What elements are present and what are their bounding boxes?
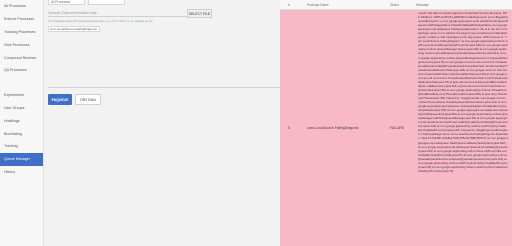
sidebar-item-label: User Groups xyxy=(4,105,25,110)
sidebar-item-blocklisting[interactable]: Blocklisting xyxy=(0,127,43,140)
sidebar-item-label: History xyxy=(4,169,16,174)
sidebar-item-compound-reviews[interactable]: Compound Reviews xyxy=(0,51,43,64)
sidebar-item-label: QA Processes xyxy=(4,68,27,73)
enqueue-form: All Processes Optional: Enforce/Informat… xyxy=(44,0,280,246)
dry-run-button[interactable]: DRY RUN xyxy=(75,94,101,105)
sidebar-item-history[interactable]: History xyxy=(0,166,43,179)
sidebar-item-label: Blocklisting xyxy=(4,131,22,136)
select-file-button[interactable]: SELECT FILE xyxy=(187,9,212,18)
header-num[interactable]: # xyxy=(280,3,307,7)
results-table: # Package Name Status Message 0 com.Luna… xyxy=(280,0,512,246)
sidebar: All Processes Enforce Processes Tracking… xyxy=(0,0,44,246)
header-message[interactable]: Message xyxy=(416,3,512,7)
sidebar-divider xyxy=(0,77,43,89)
row-package: com.LunarSource.FallingDragons! xyxy=(307,126,359,130)
optional-info-input[interactable]: Optional: Enforce/Information data xyxy=(48,10,198,17)
sidebar-item-tracking[interactable]: Tracking xyxy=(0,140,43,153)
input-hint: List of packages and/or with optional in… xyxy=(48,20,153,23)
row-status: FAILURE xyxy=(390,126,405,130)
process-select[interactable]: All Processes xyxy=(48,0,85,5)
sidebar-item-view-processes[interactable]: View Processes xyxy=(0,38,43,51)
sidebar-item-experiments[interactable]: Experiments xyxy=(0,89,43,102)
header-status[interactable]: Status xyxy=(390,3,416,7)
sidebar-item-user-groups[interactable]: User Groups xyxy=(0,102,43,115)
sidebar-item-label: Experiments xyxy=(4,93,24,98)
secondary-select[interactable] xyxy=(88,0,125,5)
row-num: 0 xyxy=(288,126,290,130)
package-textarea[interactable] xyxy=(48,34,280,88)
sidebar-item-enforce-processes[interactable]: Enforce Processes xyxy=(0,13,43,26)
row-message: <epoll: http://ErrorLogsApi.appspot.com/… xyxy=(418,11,508,173)
sidebar-item-all-processes[interactable]: All Processes xyxy=(0,0,43,13)
sidebar-item-queue-manager[interactable]: Queue Manager xyxy=(0,152,43,166)
sidebar-item-tracking-processes[interactable]: Tracking Processes xyxy=(0,26,43,39)
header-package[interactable]: Package Name xyxy=(307,3,390,7)
sidebar-item-label: Tracking xyxy=(4,144,18,149)
enqueue-button[interactable]: ENQUEUE xyxy=(48,94,72,105)
sidebar-item-label: All Processes xyxy=(4,4,26,9)
table-header: # Package Name Status Message xyxy=(280,0,512,10)
sidebar-item-label: View Processes xyxy=(4,42,30,47)
sidebar-item-label: Enforce Processes xyxy=(4,17,35,22)
sidebar-item-qa-processes[interactable]: QA Processes xyxy=(0,64,43,77)
sidebar-item-label: Compound Reviews xyxy=(4,55,37,60)
top-fields: All Processes xyxy=(48,0,125,5)
sidebar-item-label: Hostilings xyxy=(4,118,20,123)
sidebar-item-label: Tracking Processes xyxy=(4,29,36,34)
table-row[interactable]: 0 com.LunarSource.FallingDragons! FAILUR… xyxy=(280,10,512,246)
package-list-input[interactable]: com.LunarSource.FallingDragons! xyxy=(48,26,100,32)
sidebar-item-hostilings[interactable]: Hostilings xyxy=(0,114,43,127)
sidebar-item-label: Queue Manager xyxy=(4,157,30,162)
